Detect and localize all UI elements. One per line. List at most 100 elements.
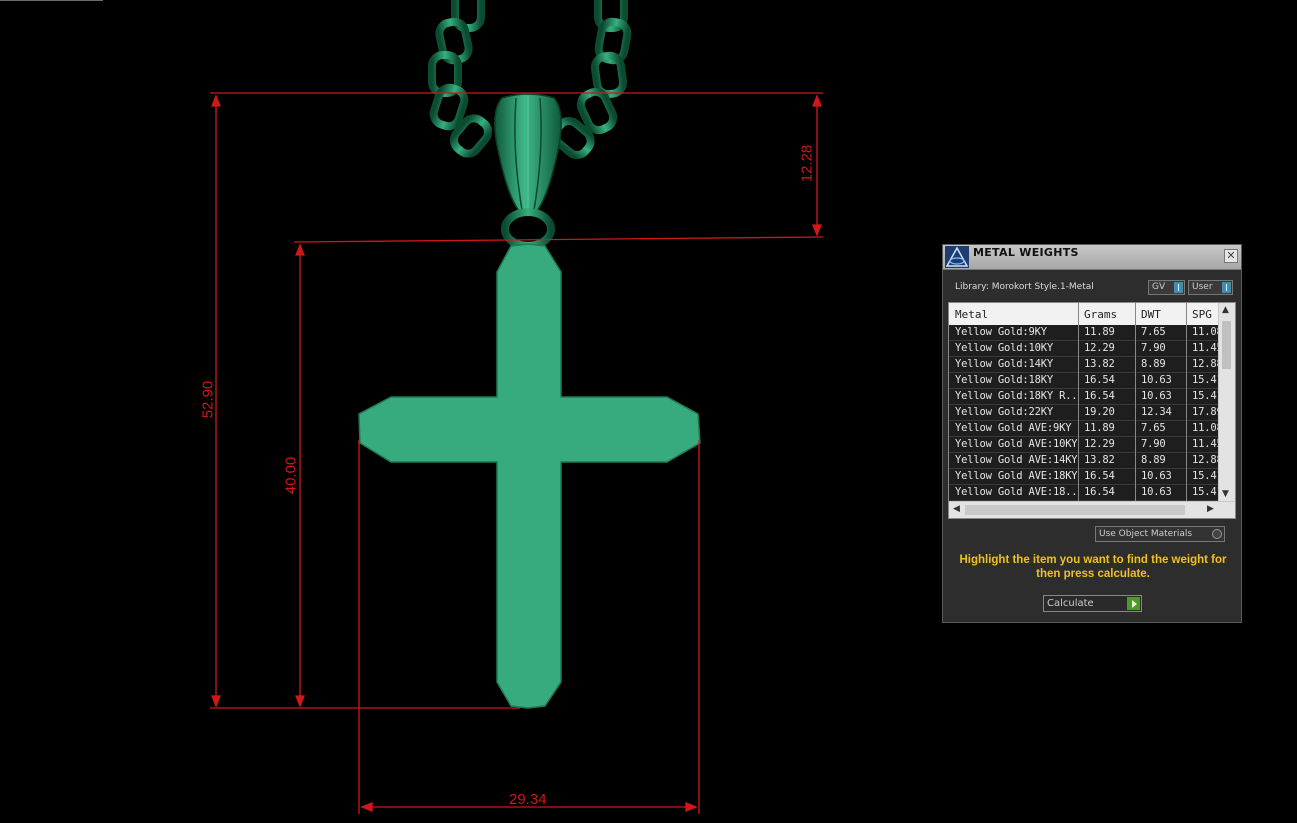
- cell-spg: 15.41: [1192, 390, 1220, 402]
- cell-metal: Yellow Gold:18KY R...: [955, 390, 1077, 402]
- cell-grams: 16.54: [1084, 390, 1115, 402]
- cell-spg: 11.45: [1192, 438, 1220, 450]
- pendant-bail: [494, 93, 562, 250]
- table-row[interactable]: Yellow Gold AVE:10KY 12.29 7.90 11.45: [949, 437, 1220, 453]
- cell-spg: 15.41: [1192, 374, 1220, 386]
- gv-toggle[interactable]: GV: [1148, 280, 1185, 295]
- scroll-left-icon[interactable]: ◀: [953, 504, 960, 514]
- table-row[interactable]: Yellow Gold:10KY 12.29 7.90 11.45: [949, 341, 1220, 357]
- cell-dwt: 12.34: [1141, 406, 1172, 418]
- radio-icon: [1212, 529, 1222, 539]
- table-row[interactable]: Yellow Gold:9KY 11.89 7.65 11.08: [949, 325, 1220, 341]
- cell-grams: 16.54: [1084, 470, 1115, 482]
- cell-grams: 16.54: [1084, 486, 1115, 498]
- cell-dwt: 10.63: [1141, 486, 1172, 498]
- table-row[interactable]: Yellow Gold:22KY 19.20 12.34 17.89: [949, 405, 1220, 421]
- cell-metal: Yellow Gold:14KY: [955, 358, 1053, 370]
- cell-spg: 11.08: [1192, 326, 1220, 338]
- cell-metal: Yellow Gold AVE:14KY: [955, 454, 1077, 466]
- column-header-spg[interactable]: SPG: [1192, 308, 1212, 321]
- instruction-text: Highlight the item you want to find the …: [959, 554, 1227, 580]
- app-logo-icon: [945, 246, 969, 268]
- cell-grams: 11.89: [1084, 326, 1115, 338]
- cell-grams: 12.29: [1084, 342, 1115, 354]
- cell-metal: Yellow Gold:22KY: [955, 406, 1053, 418]
- cell-metal: Yellow Gold:10KY: [955, 342, 1053, 354]
- cell-dwt: 8.89: [1141, 454, 1166, 466]
- cell-dwt: 7.90: [1141, 342, 1166, 354]
- dimension-label-cross-height: 40.00: [282, 456, 300, 495]
- dimension-label-bail-height: 12.28: [798, 144, 816, 183]
- table-row[interactable]: Yellow Gold AVE:18KY 16.54 10.63 15.41: [949, 469, 1220, 485]
- use-object-materials-toggle[interactable]: Use Object Materials: [1095, 526, 1225, 542]
- cell-dwt: 10.63: [1141, 390, 1172, 402]
- cell-spg: 17.89: [1192, 406, 1220, 418]
- column-divider: [1135, 303, 1136, 503]
- cell-metal: Yellow Gold AVE:9KY: [955, 422, 1072, 434]
- toggle-knob-icon: [1222, 282, 1231, 293]
- cell-dwt: 7.65: [1141, 326, 1166, 338]
- table-row[interactable]: Yellow Gold:18KY 16.54 10.63 15.41: [949, 373, 1220, 389]
- cell-grams: 13.82: [1084, 454, 1115, 466]
- metal-weights-panel: METAL WEIGHTS ✕ Library: Morokort Style.…: [942, 244, 1242, 623]
- scroll-right-icon[interactable]: ▶: [1207, 504, 1214, 514]
- cell-dwt: 7.90: [1141, 438, 1166, 450]
- cell-spg: 12.88: [1192, 358, 1220, 370]
- table-body: Yellow Gold:9KY 11.89 7.65 11.08 Yellow Gold…: [949, 325, 1220, 501]
- cell-dwt: 10.63: [1141, 374, 1172, 386]
- vertical-scroll-thumb[interactable]: [1222, 321, 1231, 369]
- cross-pendant: [358, 243, 701, 709]
- cell-grams: 19.20: [1084, 406, 1115, 418]
- table-row[interactable]: Yellow Gold AVE:18... 16.54 10.63 15.41: [949, 485, 1220, 501]
- table-row[interactable]: Yellow Gold:14KY 13.82 8.89 12.88: [949, 357, 1220, 373]
- cell-metal: Yellow Gold AVE:10KY: [955, 438, 1077, 450]
- dimension-label-total-height: 52.90: [199, 380, 217, 419]
- cell-spg: 12.88: [1192, 454, 1220, 466]
- metal-weights-table[interactable]: Metal Grams DWT SPG Yellow Gold:9KY 11.89…: [948, 302, 1236, 519]
- user-toggle[interactable]: User: [1188, 280, 1233, 295]
- horizontal-scroll-thumb[interactable]: [965, 505, 1185, 515]
- cell-metal: Yellow Gold:9KY: [955, 326, 1047, 338]
- column-header-metal[interactable]: Metal: [955, 308, 988, 321]
- column-divider: [1186, 303, 1187, 503]
- cell-dwt: 7.65: [1141, 422, 1166, 434]
- table-row[interactable]: Yellow Gold AVE:9KY 11.89 7.65 11.08: [949, 421, 1220, 437]
- library-label: Library: Morokort Style.1-Metal: [955, 282, 1094, 292]
- dimension-label-cross-width: 29.34: [509, 791, 547, 808]
- cell-dwt: 10.63: [1141, 470, 1172, 482]
- use-object-materials-label: Use Object Materials: [1099, 529, 1193, 539]
- user-toggle-label: User: [1192, 282, 1213, 292]
- cell-metal: Yellow Gold AVE:18KY: [955, 470, 1077, 482]
- cell-metal: Yellow Gold:18KY: [955, 374, 1053, 386]
- play-arrow-icon: [1127, 597, 1140, 610]
- panel-titlebar[interactable]: METAL WEIGHTS ✕: [943, 245, 1241, 270]
- cell-spg: 11.08: [1192, 422, 1220, 434]
- scroll-down-icon[interactable]: ▼: [1222, 489, 1229, 499]
- cell-spg: 15.41: [1192, 486, 1220, 498]
- cell-grams: 12.29: [1084, 438, 1115, 450]
- calculate-button[interactable]: Calculate: [1043, 595, 1142, 612]
- cell-grams: 13.82: [1084, 358, 1115, 370]
- table-row[interactable]: Yellow Gold AVE:14KY 13.82 8.89 12.88: [949, 453, 1220, 469]
- panel-title: METAL WEIGHTS: [973, 246, 1079, 259]
- column-header-grams[interactable]: Grams: [1084, 308, 1117, 321]
- toggle-knob-icon: [1174, 282, 1183, 293]
- calculate-button-label: Calculate: [1047, 598, 1094, 609]
- cell-grams: 11.89: [1084, 422, 1115, 434]
- column-divider: [1078, 303, 1079, 503]
- gv-toggle-label: GV: [1152, 282, 1166, 292]
- cell-spg: 11.45: [1192, 342, 1220, 354]
- cell-dwt: 8.89: [1141, 358, 1166, 370]
- column-header-dwt[interactable]: DWT: [1141, 308, 1161, 321]
- chain-right-strand: [551, 0, 632, 160]
- close-icon[interactable]: ✕: [1224, 249, 1238, 263]
- chain-left-strand: [428, 0, 493, 158]
- table-row[interactable]: Yellow Gold:18KY R... 16.54 10.63 15.41: [949, 389, 1220, 405]
- cell-metal: Yellow Gold AVE:18...: [955, 486, 1077, 498]
- horizontal-scrollbar[interactable]: ◀ ▶: [949, 501, 1235, 518]
- scroll-up-icon[interactable]: ▲: [1222, 305, 1229, 315]
- cell-spg: 15.41: [1192, 470, 1220, 482]
- table-header: Metal Grams DWT SPG: [949, 303, 1219, 326]
- vertical-scrollbar[interactable]: ▲ ▼: [1218, 303, 1235, 503]
- cell-grams: 16.54: [1084, 374, 1115, 386]
